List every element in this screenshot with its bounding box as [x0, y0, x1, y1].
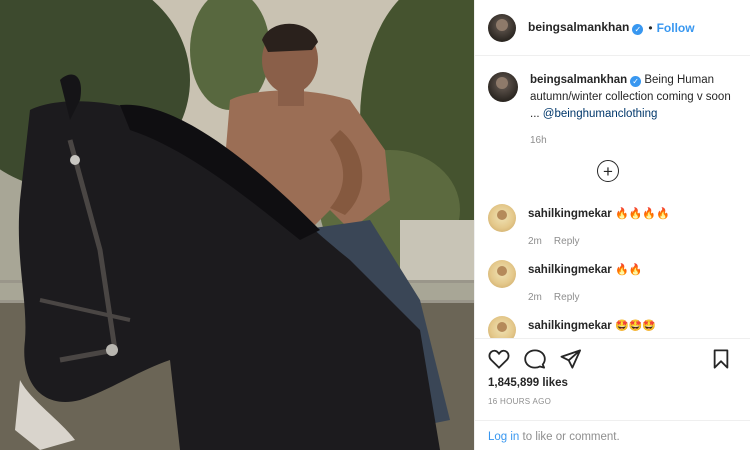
comment-item: sahilkingmekar 🤩🤩🤩	[488, 316, 743, 338]
comment-text: 🤩🤩🤩	[614, 319, 657, 332]
post-age[interactable]: 16 HOURS AGO	[488, 397, 551, 406]
heart-icon[interactable]	[488, 349, 510, 369]
load-more-comments-icon[interactable]: +	[597, 160, 619, 182]
author-username-text[interactable]: beingsalmankhan	[528, 20, 629, 34]
reply-button[interactable]: Reply	[554, 236, 580, 247]
comment-body: sahilkingmekar 🔥🔥 2m Reply	[528, 260, 642, 306]
caption-username[interactable]: beingsalmankhan	[530, 74, 627, 86]
commenter-avatar[interactable]	[488, 260, 516, 288]
paper-plane-icon[interactable]	[560, 349, 582, 369]
commenter-avatar[interactable]	[488, 316, 516, 338]
post-photo-illustration	[0, 0, 474, 450]
caption-body: beingsalmankhan ✓ Being Human autumn/wint…	[530, 72, 735, 149]
reply-button[interactable]: Reply	[554, 292, 580, 303]
post-header: beingsalmankhan ✓ • Follow	[475, 0, 750, 56]
bookmark-icon[interactable]	[712, 349, 730, 369]
commenter-username[interactable]: sahilkingmekar	[528, 264, 612, 276]
header-separator: •	[648, 20, 653, 35]
verified-badge-icon: ✓	[630, 76, 642, 87]
comment-bubble-icon[interactable]	[524, 349, 546, 369]
comment-timestamp[interactable]: 2m	[528, 292, 542, 303]
commenter-username[interactable]: sahilkingmekar	[528, 208, 612, 220]
comment-body: sahilkingmekar 🔥🔥🔥🔥 2m Reply	[528, 204, 670, 250]
comment-body: sahilkingmekar 🤩🤩🤩	[528, 316, 656, 338]
comment-timestamp[interactable]: 2m	[528, 236, 542, 247]
post-photo[interactable]	[0, 0, 474, 450]
caption-timestamp[interactable]: 16h	[530, 132, 735, 149]
like-count[interactable]: 1,845,899 likes	[488, 377, 568, 389]
comment-meta: 2m Reply	[528, 289, 642, 306]
commenter-username[interactable]: sahilkingmekar	[528, 320, 612, 332]
verified-badge-icon: ✓	[632, 24, 644, 35]
login-prompt: Log in to like or comment.	[475, 420, 750, 450]
comment-item: sahilkingmekar 🔥🔥 2m Reply	[488, 260, 743, 306]
save-container	[712, 349, 730, 369]
comment-meta: 2m Reply	[528, 233, 670, 250]
caption-author-avatar[interactable]	[488, 72, 518, 102]
comment-item: sahilkingmekar 🔥🔥🔥🔥 2m Reply	[488, 204, 743, 250]
comment-text: 🔥🔥	[614, 263, 643, 276]
post-actions-area: 1,845,899 likes 16 HOURS AGO	[475, 338, 750, 420]
login-link[interactable]: Log in	[488, 431, 519, 443]
action-bar	[488, 349, 582, 369]
login-prompt-text: to like or comment.	[519, 431, 620, 443]
author-username[interactable]: beingsalmankhan ✓	[528, 20, 644, 35]
caption-mention-link[interactable]: @beinghumanclothing	[543, 108, 658, 120]
post-side-panel: beingsalmankhan ✓ • Follow beingsalmankha…	[474, 0, 750, 450]
post-caption: beingsalmankhan ✓ Being Human autumn/wint…	[488, 72, 743, 149]
follow-button[interactable]: Follow	[657, 21, 695, 35]
commenter-avatar[interactable]	[488, 204, 516, 232]
author-avatar[interactable]	[488, 13, 516, 42]
comment-text: 🔥🔥🔥🔥	[614, 207, 670, 220]
